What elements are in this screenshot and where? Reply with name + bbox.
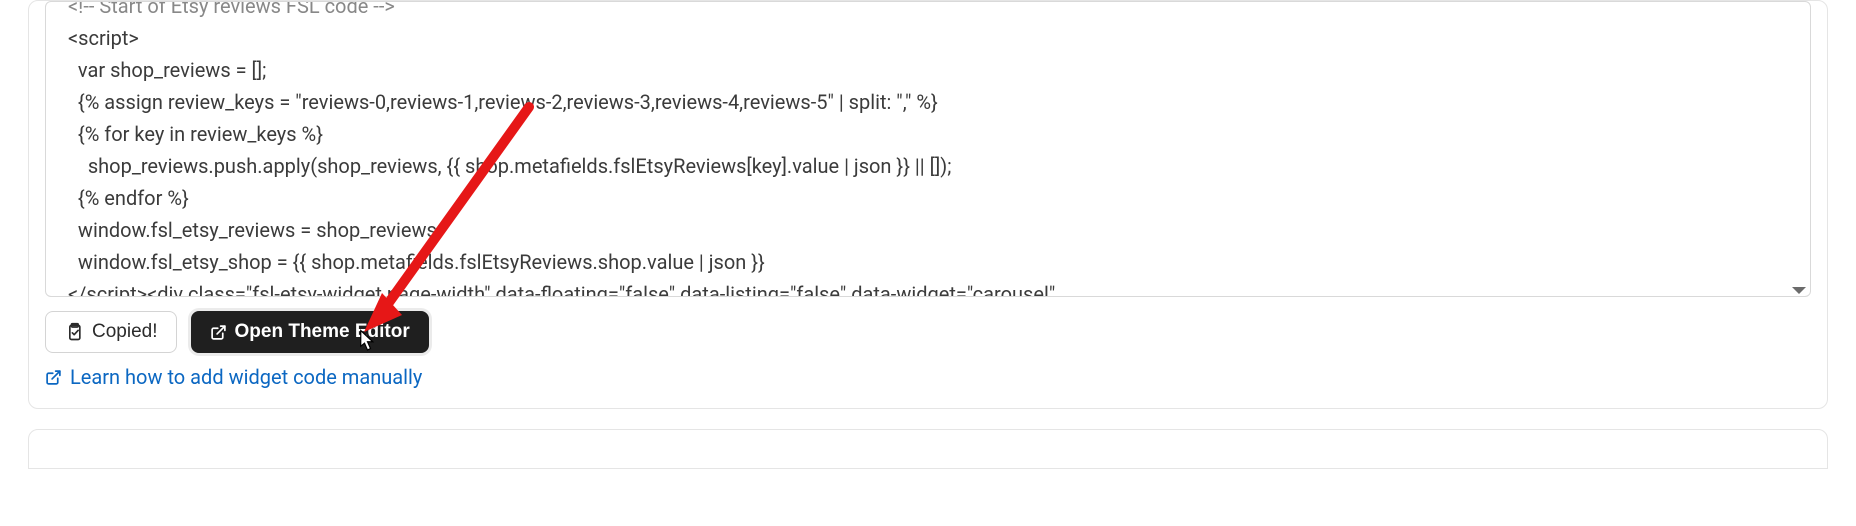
code-line: {% for key in review_keys %}	[68, 118, 1798, 150]
code-line: window.fsl_etsy_reviews = shop_reviews;	[68, 214, 1798, 246]
next-card-placeholder	[28, 429, 1828, 469]
code-line: <script>	[68, 22, 1798, 54]
widget-code-card: <!-- Start of Etsy reviews FSL code --> …	[28, 0, 1828, 409]
open-theme-editor-button[interactable]: Open Theme Editor	[191, 311, 429, 353]
external-link-icon	[210, 324, 227, 341]
code-line: shop_reviews.push.apply(shop_reviews, {{…	[68, 150, 1798, 182]
learn-manual-link[interactable]: Learn how to add widget code manually	[45, 365, 422, 389]
resize-handle-icon	[1792, 287, 1806, 294]
copied-button-label: Copied!	[92, 321, 158, 343]
code-line: {% assign review_keys = "reviews-0,revie…	[68, 86, 1798, 118]
code-line: window.fsl_etsy_shop = {{ shop.metafield…	[68, 246, 1798, 278]
external-link-icon	[45, 369, 62, 386]
code-line: {% endfor %}	[68, 182, 1798, 214]
code-line: var shop_reviews = [];	[68, 54, 1798, 86]
code-snippet-box: <!-- Start of Etsy reviews FSL code --> …	[45, 1, 1811, 297]
code-line: </script><div class="fsl-etsy-widget pag…	[68, 278, 1798, 296]
code-scroll-area[interactable]: <!-- Start of Etsy reviews FSL code --> …	[46, 2, 1810, 296]
button-row: Copied! Open Theme Editor	[29, 311, 1827, 353]
clipboard-check-icon	[64, 321, 84, 343]
learn-manual-link-label: Learn how to add widget code manually	[70, 365, 422, 389]
code-line: <!-- Start of Etsy reviews FSL code -->	[68, 2, 1798, 22]
copied-button[interactable]: Copied!	[45, 311, 177, 353]
help-link-row: Learn how to add widget code manually	[29, 353, 1827, 390]
open-theme-editor-label: Open Theme Editor	[235, 321, 410, 343]
